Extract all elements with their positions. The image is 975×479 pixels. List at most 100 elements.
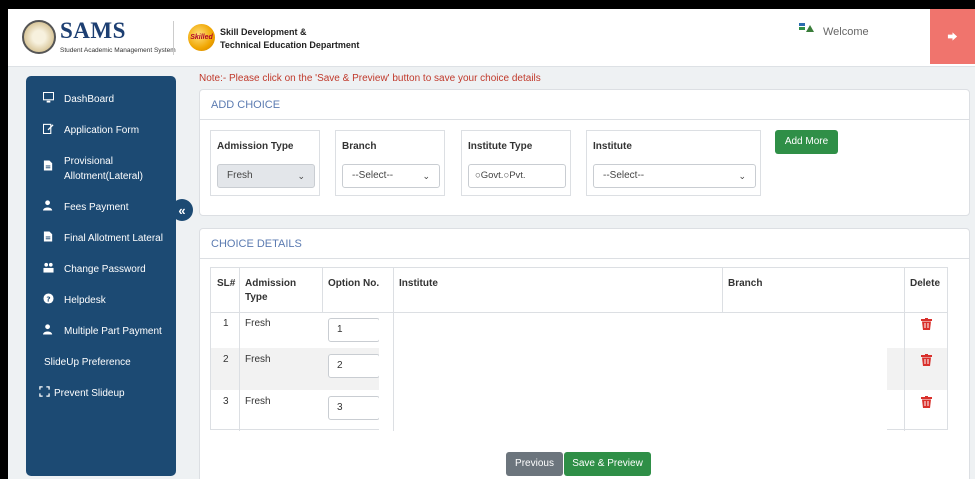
save-note: Note:- Please click on the 'Save & Previ… [199, 73, 541, 84]
sidebar-item-application-form[interactable]: Application Form [26, 123, 176, 138]
sidebar-item-slideup-preference[interactable]: SlideUp Preference [26, 355, 176, 370]
sidebar-item-label: Final Allotment Lateral [64, 233, 163, 244]
institute-branch-cell [379, 348, 887, 390]
row-admission-type: Fresh [245, 354, 271, 365]
institute-branch-cell [379, 312, 887, 348]
department-name-line2: Technical Education Department [220, 40, 360, 50]
col-header-delete: Delete [910, 278, 941, 289]
help-icon: ? [26, 293, 58, 304]
institute-branch-cell [379, 390, 887, 430]
col-header-option-no: Option No. [328, 278, 380, 289]
branch-value: --Select-- [352, 170, 394, 181]
sidebar-item-provisional-allotment[interactable]: Provisional Allotment(Lateral) [26, 154, 176, 184]
column-divider [393, 268, 394, 431]
branch-select[interactable]: --Select-- ⌄ [342, 164, 440, 188]
app-window: SAMS Student Academic Management System … [8, 9, 975, 479]
col-header-institute: Institute [399, 278, 438, 289]
department-name-line1: Skill Development & [220, 27, 307, 37]
document-icon [26, 231, 58, 242]
column-divider [322, 268, 323, 312]
monitor-icon [26, 92, 58, 103]
skilled-in-odisha-logo: Skilled in ODISHA [188, 24, 215, 51]
user-payment-icon [26, 200, 58, 211]
expand-icon [26, 386, 50, 397]
delete-icon[interactable] [921, 396, 932, 408]
user-payment-icon [26, 324, 58, 335]
admission-type-value: Fresh [227, 170, 253, 181]
delete-icon[interactable] [921, 318, 932, 330]
sidebar-item-label: Provisional Allotment(Lateral) [64, 156, 143, 182]
sidebar-item-multiple-part-payment[interactable]: Multiple Part Payment [26, 324, 176, 339]
institute-type-field: Institute Type ○Govt.○Pvt. [461, 130, 571, 196]
admission-type-label: Admission Type [217, 141, 294, 152]
row-sl: 1 [223, 318, 229, 329]
institute-type-radio-group: ○Govt.○Pvt. [468, 164, 566, 188]
sidebar-item-dashboard[interactable]: DashBoard [26, 92, 176, 107]
institute-label: Institute [593, 141, 632, 152]
sidebar-item-label: Helpdesk [64, 295, 106, 306]
table-row: 3 Fresh 3 [211, 390, 947, 430]
row-sl: 3 [223, 396, 229, 407]
row-admission-type: Fresh [245, 396, 271, 407]
sidebar-item-change-password[interactable]: Change Password [26, 262, 176, 277]
pvt-radio-label: Pvt. [509, 170, 526, 181]
panel-divider [200, 258, 969, 259]
admission-type-field: Admission Type Fresh ⌄ [210, 130, 320, 196]
column-divider [722, 268, 723, 312]
sidebar-item-label: Prevent Slideup [54, 388, 125, 399]
table-row: 1 Fresh 1 [211, 312, 947, 348]
welcome-text: Welcome [823, 26, 869, 38]
add-choice-panel: ADD CHOICE Admission Type Fresh ⌄ Branch… [199, 89, 970, 216]
branch-label: Branch [342, 141, 377, 152]
sidebar-item-label: Fees Payment [64, 202, 129, 213]
svg-text:?: ? [46, 294, 50, 303]
choice-details-title: CHOICE DETAILS [211, 238, 302, 250]
option-number-input[interactable]: 2 [328, 354, 380, 378]
govt-radio-label: Govt. [480, 170, 504, 181]
top-header: SAMS Student Academic Management System … [8, 9, 975, 67]
table-row: 2 Fresh 2 [211, 348, 947, 390]
save-preview-button[interactable]: Save & Preview [564, 452, 651, 476]
col-header-admission-type: Admission Type [245, 278, 297, 303]
row-sl: 2 [223, 354, 229, 365]
chevron-down-icon: ⌄ [738, 171, 746, 181]
panel-divider [200, 119, 969, 120]
app-title: SAMS [60, 18, 126, 43]
option-number-input[interactable]: 1 [328, 318, 380, 342]
sidebar: DashBoard Application Form Provisional A… [26, 76, 176, 476]
admission-type-select[interactable]: Fresh ⌄ [217, 164, 315, 188]
sidebar-item-label: DashBoard [64, 94, 115, 105]
option-number-input[interactable]: 3 [328, 396, 380, 420]
row-admission-type: Fresh [245, 318, 271, 329]
sidebar-item-helpdesk[interactable]: ? Helpdesk [26, 293, 176, 308]
branch-field: Branch --Select-- ⌄ [335, 130, 445, 196]
add-choice-title: ADD CHOICE [211, 99, 281, 111]
users-icon [26, 262, 58, 273]
collapse-sidebar-icon[interactable]: « [171, 199, 193, 221]
column-divider [239, 268, 240, 431]
logout-button[interactable] [930, 9, 975, 64]
add-more-button[interactable]: Add More [775, 130, 838, 154]
institute-type-label: Institute Type [468, 141, 533, 152]
choice-details-panel: CHOICE DETAILS 1 Fresh 1 2 Fresh 2 3 Fre… [199, 228, 970, 479]
sidebar-item-label: Application Form [64, 125, 140, 136]
sidebar-item-label: SlideUp Preference [44, 357, 131, 368]
sidebar-item-label: Change Password [64, 264, 146, 275]
chevron-down-icon: ⌄ [297, 171, 305, 181]
government-emblem-logo [22, 20, 56, 54]
previous-button[interactable]: Previous [506, 452, 563, 476]
user-badge-icon [799, 23, 814, 32]
sidebar-item-prevent-slideup[interactable]: Prevent Slideup [26, 386, 176, 401]
col-header-branch: Branch [728, 278, 763, 289]
table-header-divider [211, 312, 947, 313]
institute-select[interactable]: --Select-- ⌄ [593, 164, 756, 188]
delete-icon[interactable] [921, 354, 932, 366]
institute-value: --Select-- [603, 170, 645, 181]
sidebar-item-fees-payment[interactable]: Fees Payment [26, 200, 176, 215]
edit-form-icon [26, 123, 58, 134]
document-icon [26, 154, 58, 171]
institute-field: Institute --Select-- ⌄ [586, 130, 761, 196]
sidebar-item-final-allotment[interactable]: Final Allotment Lateral [26, 231, 176, 246]
sidebar-item-label: Multiple Part Payment [64, 326, 162, 337]
app-subtitle: Student Academic Management System [60, 47, 176, 54]
